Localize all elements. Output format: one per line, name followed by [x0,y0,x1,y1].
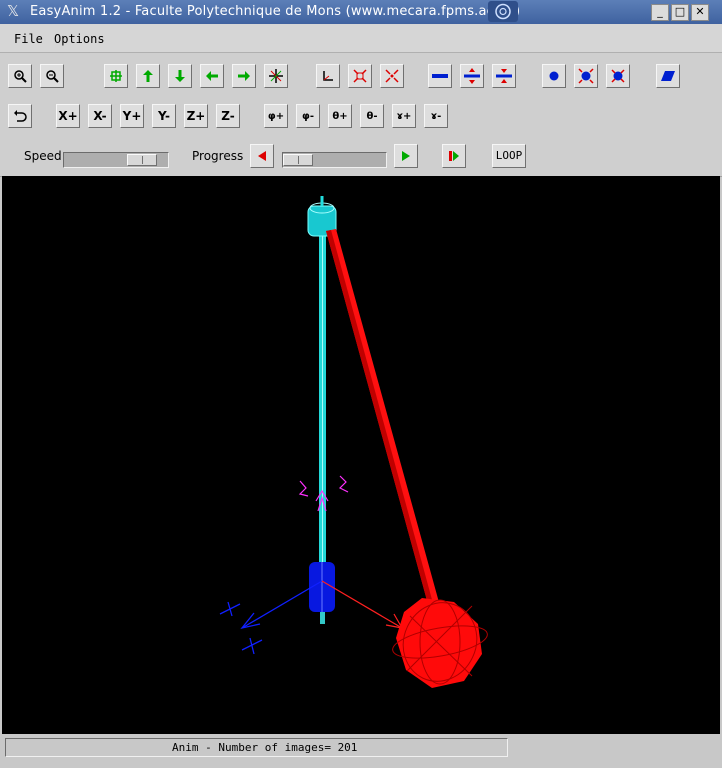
point-shrink-icon [611,69,625,83]
psi-plus-button[interactable]: ɤ+ [392,104,416,128]
step-forward-button[interactable] [394,144,418,168]
theta-plus-button[interactable]: θ+ [328,104,352,128]
minimize-button[interactable]: _ [651,4,669,21]
z-minus-label: Z- [221,109,235,123]
rotation-toolbar: X+ X- Y+ Y- Z+ Z- φ+ φ- θ+ θ- ɤ+ ɤ- [0,97,722,137]
y-plus-button[interactable]: Y+ [120,104,144,128]
loop-button[interactable]: LOOP [492,144,526,168]
shrink-view-button[interactable] [380,64,404,88]
frame-view-button[interactable] [316,64,340,88]
plane-icon [661,71,675,81]
phi-plus-label: φ+ [267,110,285,122]
point-icon [549,71,559,81]
red-ball [392,598,488,688]
menu-file[interactable]: File [14,32,43,46]
progress-slider[interactable] [282,152,387,168]
arrow-right-icon [238,71,250,81]
theta-plus-label: θ+ [332,110,348,122]
shrink-icon [385,69,399,83]
progress-slider-thumb[interactable] [283,154,313,166]
zoom-in-icon [14,70,27,83]
arrow-down-icon [175,70,185,82]
x-minus-button[interactable]: X- [88,104,112,128]
expand-icon [353,69,367,83]
arrow-up-icon [143,70,153,82]
view-toolbar [0,53,722,97]
y-minus-label: Y- [158,109,170,123]
blue-axis-arrow [219,580,323,655]
axes-button[interactable] [264,64,288,88]
x-minus-label: X- [93,109,107,123]
zoom-out-icon [46,70,59,83]
speed-slider[interactable] [63,152,169,168]
arrow-left-icon [206,71,218,81]
z-plus-label: Z+ [186,109,206,123]
play-button[interactable] [442,144,466,168]
z-minus-button[interactable]: Z- [216,104,240,128]
animation-viewport[interactable] [2,176,720,734]
menu-bar: File Options [0,24,722,53]
pan-up-button[interactable] [136,64,160,88]
window-title: EasyAnim 1.2 - Faculte Polytechnique de … [30,4,521,19]
point-expand-icon [578,68,594,84]
point-shrink-button[interactable] [606,64,630,88]
pan-left-button[interactable] [200,64,224,88]
plane-button[interactable] [656,64,680,88]
y-plus-label: Y+ [122,109,142,123]
x-plus-label: X+ [58,109,78,123]
line-icon [432,74,448,78]
step-back-button[interactable] [250,144,274,168]
expand-view-button[interactable] [348,64,372,88]
status-bar: Anim - Number of images= 201 [0,734,722,768]
psi-plus-label: ɤ+ [396,110,412,122]
psi-minus-button[interactable]: ɤ- [424,104,448,128]
swirl-icon [488,1,518,22]
speed-slider-thumb[interactable] [127,154,157,166]
psi-minus-label: ɤ- [430,110,442,122]
theta-minus-button[interactable]: θ- [360,104,384,128]
red-arm [326,229,440,608]
undo-icon [14,110,27,122]
title-bar: 𝕏 EasyAnim 1.2 - Faculte Polytechnique d… [0,0,722,24]
maximize-button[interactable]: □ [671,4,689,21]
pan-center-button[interactable] [104,64,128,88]
pan-right-button[interactable] [232,64,256,88]
close-button[interactable]: ✕ [691,4,709,21]
phi-minus-button[interactable]: φ- [296,104,320,128]
line-expand-icon [464,68,480,84]
animation-toolbar: Speed Progress LOOP [0,137,722,177]
menu-options[interactable]: Options [54,32,105,46]
speed-label: Speed [24,149,62,163]
undo-button[interactable] [8,104,32,128]
phi-minus-label: φ- [302,110,314,122]
zoom-in-button[interactable] [8,64,32,88]
axes-icon [269,69,283,83]
line-shrink-button[interactable] [492,64,516,88]
theta-minus-label: θ- [366,110,378,122]
zoom-out-button[interactable] [40,64,64,88]
point-button[interactable] [542,64,566,88]
scene-canvas [219,196,488,688]
play-icon [449,151,459,161]
z-plus-button[interactable]: Z+ [184,104,208,128]
triangle-right-icon [402,151,410,161]
status-text: Anim - Number of images= 201 [5,738,508,757]
triangle-left-icon [258,151,266,161]
move-icon [110,70,122,82]
y-minus-button[interactable]: Y- [152,104,176,128]
x-logo-icon[interactable]: 𝕏 [7,2,19,20]
phi-plus-button[interactable]: φ+ [264,104,288,128]
progress-label: Progress [192,149,244,163]
line-width-button[interactable] [428,64,452,88]
point-expand-button[interactable] [574,64,598,88]
line-expand-button[interactable] [460,64,484,88]
frame-icon [323,71,333,81]
pan-down-button[interactable] [168,64,192,88]
x-plus-button[interactable]: X+ [56,104,80,128]
line-shrink-icon [496,69,512,83]
